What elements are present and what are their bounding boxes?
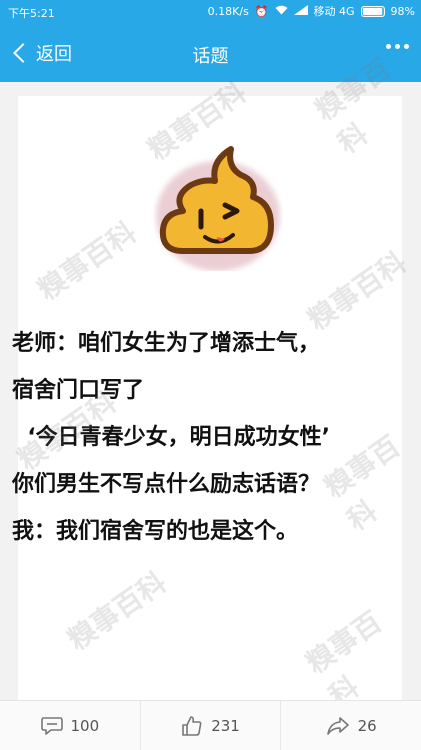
- more-options-button[interactable]: [386, 44, 409, 49]
- comment-count: 100: [70, 716, 100, 735]
- share-count: 26: [357, 716, 377, 735]
- signal-icon: [293, 5, 308, 18]
- poop-emoji-avatar: [153, 141, 283, 271]
- comment-icon: [40, 716, 63, 735]
- battery-icon: [360, 6, 385, 17]
- post-line: 我：我们宿舍写的也是这个。: [12, 519, 299, 544]
- battery-fill: [362, 8, 383, 15]
- post-text: 老师：咱们女生为了增添士气， 宿舍门口写了 ‘今日青春少女，明日成功女性’ 你们…: [12, 320, 392, 555]
- post-line: ‘今日青春少女，明日成功女性’: [12, 425, 331, 450]
- network-speed: 0.18K/s: [207, 4, 249, 18]
- post-line: 你们男生不写点什么励志话语？: [12, 472, 321, 497]
- post-line: 老师：咱们女生为了增添士气，: [12, 331, 321, 356]
- alarm-icon: ⏰: [254, 4, 269, 18]
- page-title: 话题: [192, 46, 229, 67]
- status-bar: 下午5:21 0.18K/s ⏰ 移动 4G 98%: [0, 0, 421, 24]
- post-line: 宿舍门口写了: [12, 378, 145, 403]
- like-count: 231: [211, 716, 240, 735]
- comment-button[interactable]: 100: [0, 701, 140, 750]
- action-bar: 100 231 26: [0, 700, 421, 750]
- status-icons: 0.18K/s ⏰ 移动 4G 98%: [208, 5, 415, 18]
- like-button[interactable]: 231: [139, 701, 281, 750]
- status-time: 下午5:21: [8, 7, 55, 20]
- nav-bar: 返回 话题: [0, 24, 421, 82]
- more-dot-icon: [386, 44, 391, 49]
- more-dot-icon: [404, 44, 409, 49]
- share-icon: [326, 716, 349, 735]
- carrier-label: 移动 4G: [313, 4, 355, 18]
- wifi-icon: [275, 5, 288, 18]
- thumbs-up-icon: [182, 715, 202, 736]
- share-button[interactable]: 26: [280, 701, 421, 750]
- more-dot-icon: [395, 44, 400, 49]
- battery-percent: 98%: [390, 4, 415, 18]
